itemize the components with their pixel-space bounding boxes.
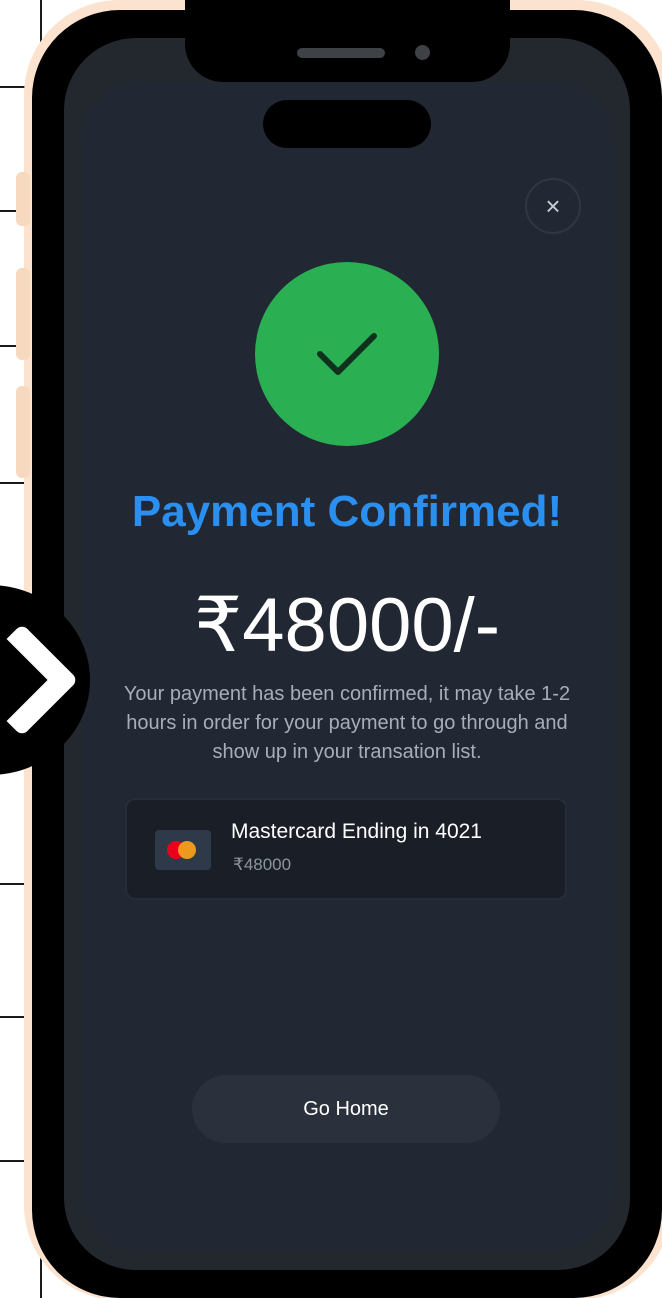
payment-amount: ₹48000/-: [193, 583, 501, 668]
canvas: × Payment Confirmed! ₹48000/- Your payme…: [0, 0, 662, 1298]
card-title: Mastercard Ending in 4021: [231, 820, 482, 843]
dynamic-island: [263, 100, 431, 148]
page-title: Payment Confirmed!: [131, 487, 563, 536]
mastercard-icon: [155, 830, 211, 870]
close-icon: ×: [545, 191, 561, 221]
phone-side-button: [16, 172, 30, 226]
payment-confirmation-screen: × Payment Confirmed! ₹48000/- Your payme…: [82, 82, 612, 1250]
card-amount: ₹48000: [233, 855, 292, 874]
chevron-right-icon: [0, 623, 79, 737]
checkmark-icon: [317, 333, 377, 375]
confirmation-description: Your payment has been confirmed, it may …: [123, 683, 571, 763]
phone-speaker: [297, 48, 385, 58]
phone-side-button: [16, 268, 30, 360]
phone-camera: [415, 45, 430, 60]
close-button[interactable]: ×: [525, 178, 581, 234]
success-badge: [255, 262, 439, 446]
payment-method-card: Mastercard Ending in 4021 ₹48000: [125, 798, 567, 900]
phone-notch: [185, 0, 510, 82]
go-home-button[interactable]: Go Home: [192, 1075, 500, 1143]
phone-side-button: [16, 386, 30, 478]
mastercard-yellow-circle: [178, 841, 196, 859]
